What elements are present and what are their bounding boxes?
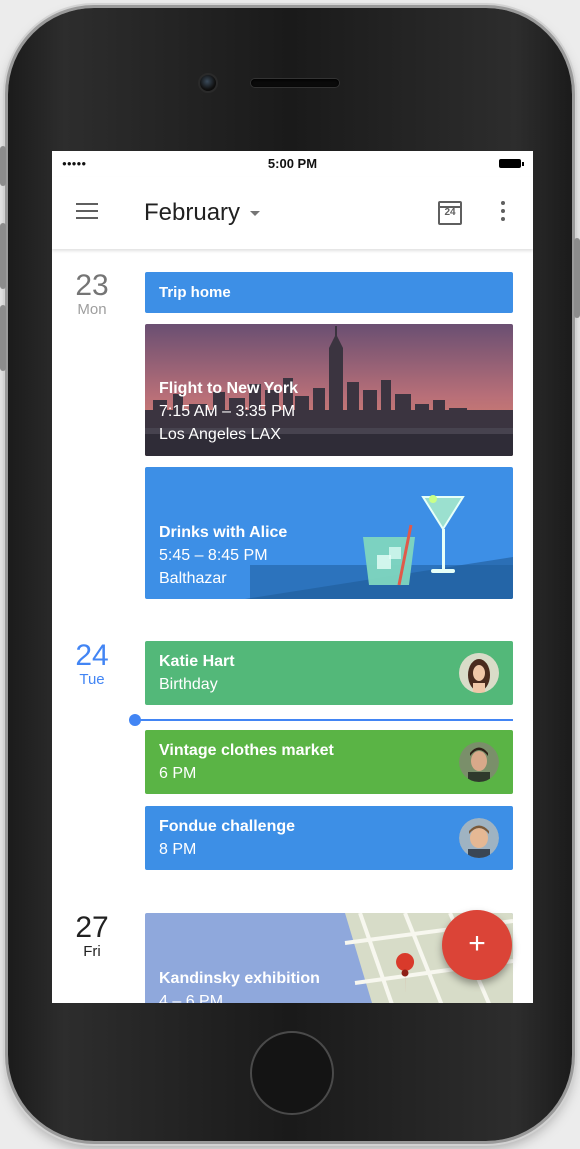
event-title: Vintage clothes market	[159, 742, 334, 759]
event-time: 6 PM	[159, 765, 197, 782]
volume-up-button	[0, 223, 6, 289]
earpiece-speaker	[251, 79, 339, 87]
event-location: Balthazar	[159, 570, 227, 587]
front-camera	[198, 73, 218, 93]
event-trip-home[interactable]: Trip home	[145, 272, 513, 313]
event-location: Los Angeles LAX	[159, 426, 281, 443]
avatar	[459, 742, 499, 782]
power-button	[574, 238, 580, 318]
month-dropdown[interactable]: February	[144, 199, 261, 227]
schedule-list: 23 Mon Trip home Flight to New York 7:15…	[52, 249, 533, 1003]
app-screen: ●●●●● 5:00 PM February 24 23 Mon Trip ho…	[52, 151, 533, 1003]
phone-frame: ●●●●● 5:00 PM February 24 23 Mon Trip ho…	[0, 8, 580, 1141]
event-title: Trip home	[159, 284, 231, 301]
day-label-24: 24 Tue	[66, 641, 118, 689]
mute-switch	[0, 146, 6, 186]
day-name: Fri	[83, 943, 101, 960]
event-flight-new-york[interactable]: Flight to New York 7:15 AM – 3:35 PM Los…	[145, 324, 513, 456]
day-label-27: 27 Fri	[66, 913, 118, 961]
event-katie-hart[interactable]: Katie Hart Birthday	[145, 641, 513, 705]
current-time-line	[136, 719, 513, 721]
event-time: 4 – 6 PM	[159, 993, 224, 1003]
status-bar: ●●●●● 5:00 PM	[52, 151, 533, 177]
event-title: Katie Hart	[159, 653, 235, 670]
event-title: Kandinsky exhibition	[159, 970, 320, 987]
app-bar: February 24	[52, 177, 533, 249]
event-drinks-alice[interactable]: Drinks with Alice 5:45 – 8:45 PM Balthaz…	[145, 467, 513, 599]
volume-down-button	[0, 305, 6, 371]
event-title: Fondue challenge	[159, 818, 296, 835]
event-fondue-challenge[interactable]: Fondue challenge 8 PM	[145, 806, 513, 870]
tumbler-glass-icon	[363, 524, 415, 586]
menu-icon[interactable]	[76, 203, 98, 219]
today-day-number: 24	[444, 207, 456, 218]
dropdown-caret-icon	[250, 211, 261, 217]
day-number: 27	[75, 911, 109, 944]
event-vintage-market[interactable]: Vintage clothes market 6 PM	[145, 730, 513, 794]
status-time: 5:00 PM	[267, 156, 318, 171]
add-event-button[interactable]: +	[442, 910, 512, 980]
day-number: 23	[75, 269, 109, 302]
day-name: Mon	[77, 301, 107, 318]
event-time: 8 PM	[159, 841, 197, 858]
event-title: Drinks with Alice	[159, 524, 288, 541]
avatar	[459, 653, 499, 693]
home-button[interactable]	[250, 1031, 334, 1115]
day-number: 24	[75, 639, 109, 672]
month-label: February	[144, 199, 241, 226]
event-title: Flight to New York	[159, 380, 298, 397]
event-time: 5:45 – 8:45 PM	[159, 547, 268, 564]
day-label-23: 23 Mon	[66, 271, 118, 319]
day-name: Tue	[79, 671, 105, 688]
more-options-icon[interactable]	[499, 201, 507, 223]
event-time: 7:15 AM – 3:35 PM	[159, 403, 296, 420]
today-calendar-icon[interactable]: 24	[438, 197, 462, 225]
cocktail-glass-icon	[421, 495, 465, 573]
event-subtitle: Birthday	[159, 676, 218, 693]
avatar	[459, 818, 499, 858]
battery-icon	[499, 159, 524, 168]
